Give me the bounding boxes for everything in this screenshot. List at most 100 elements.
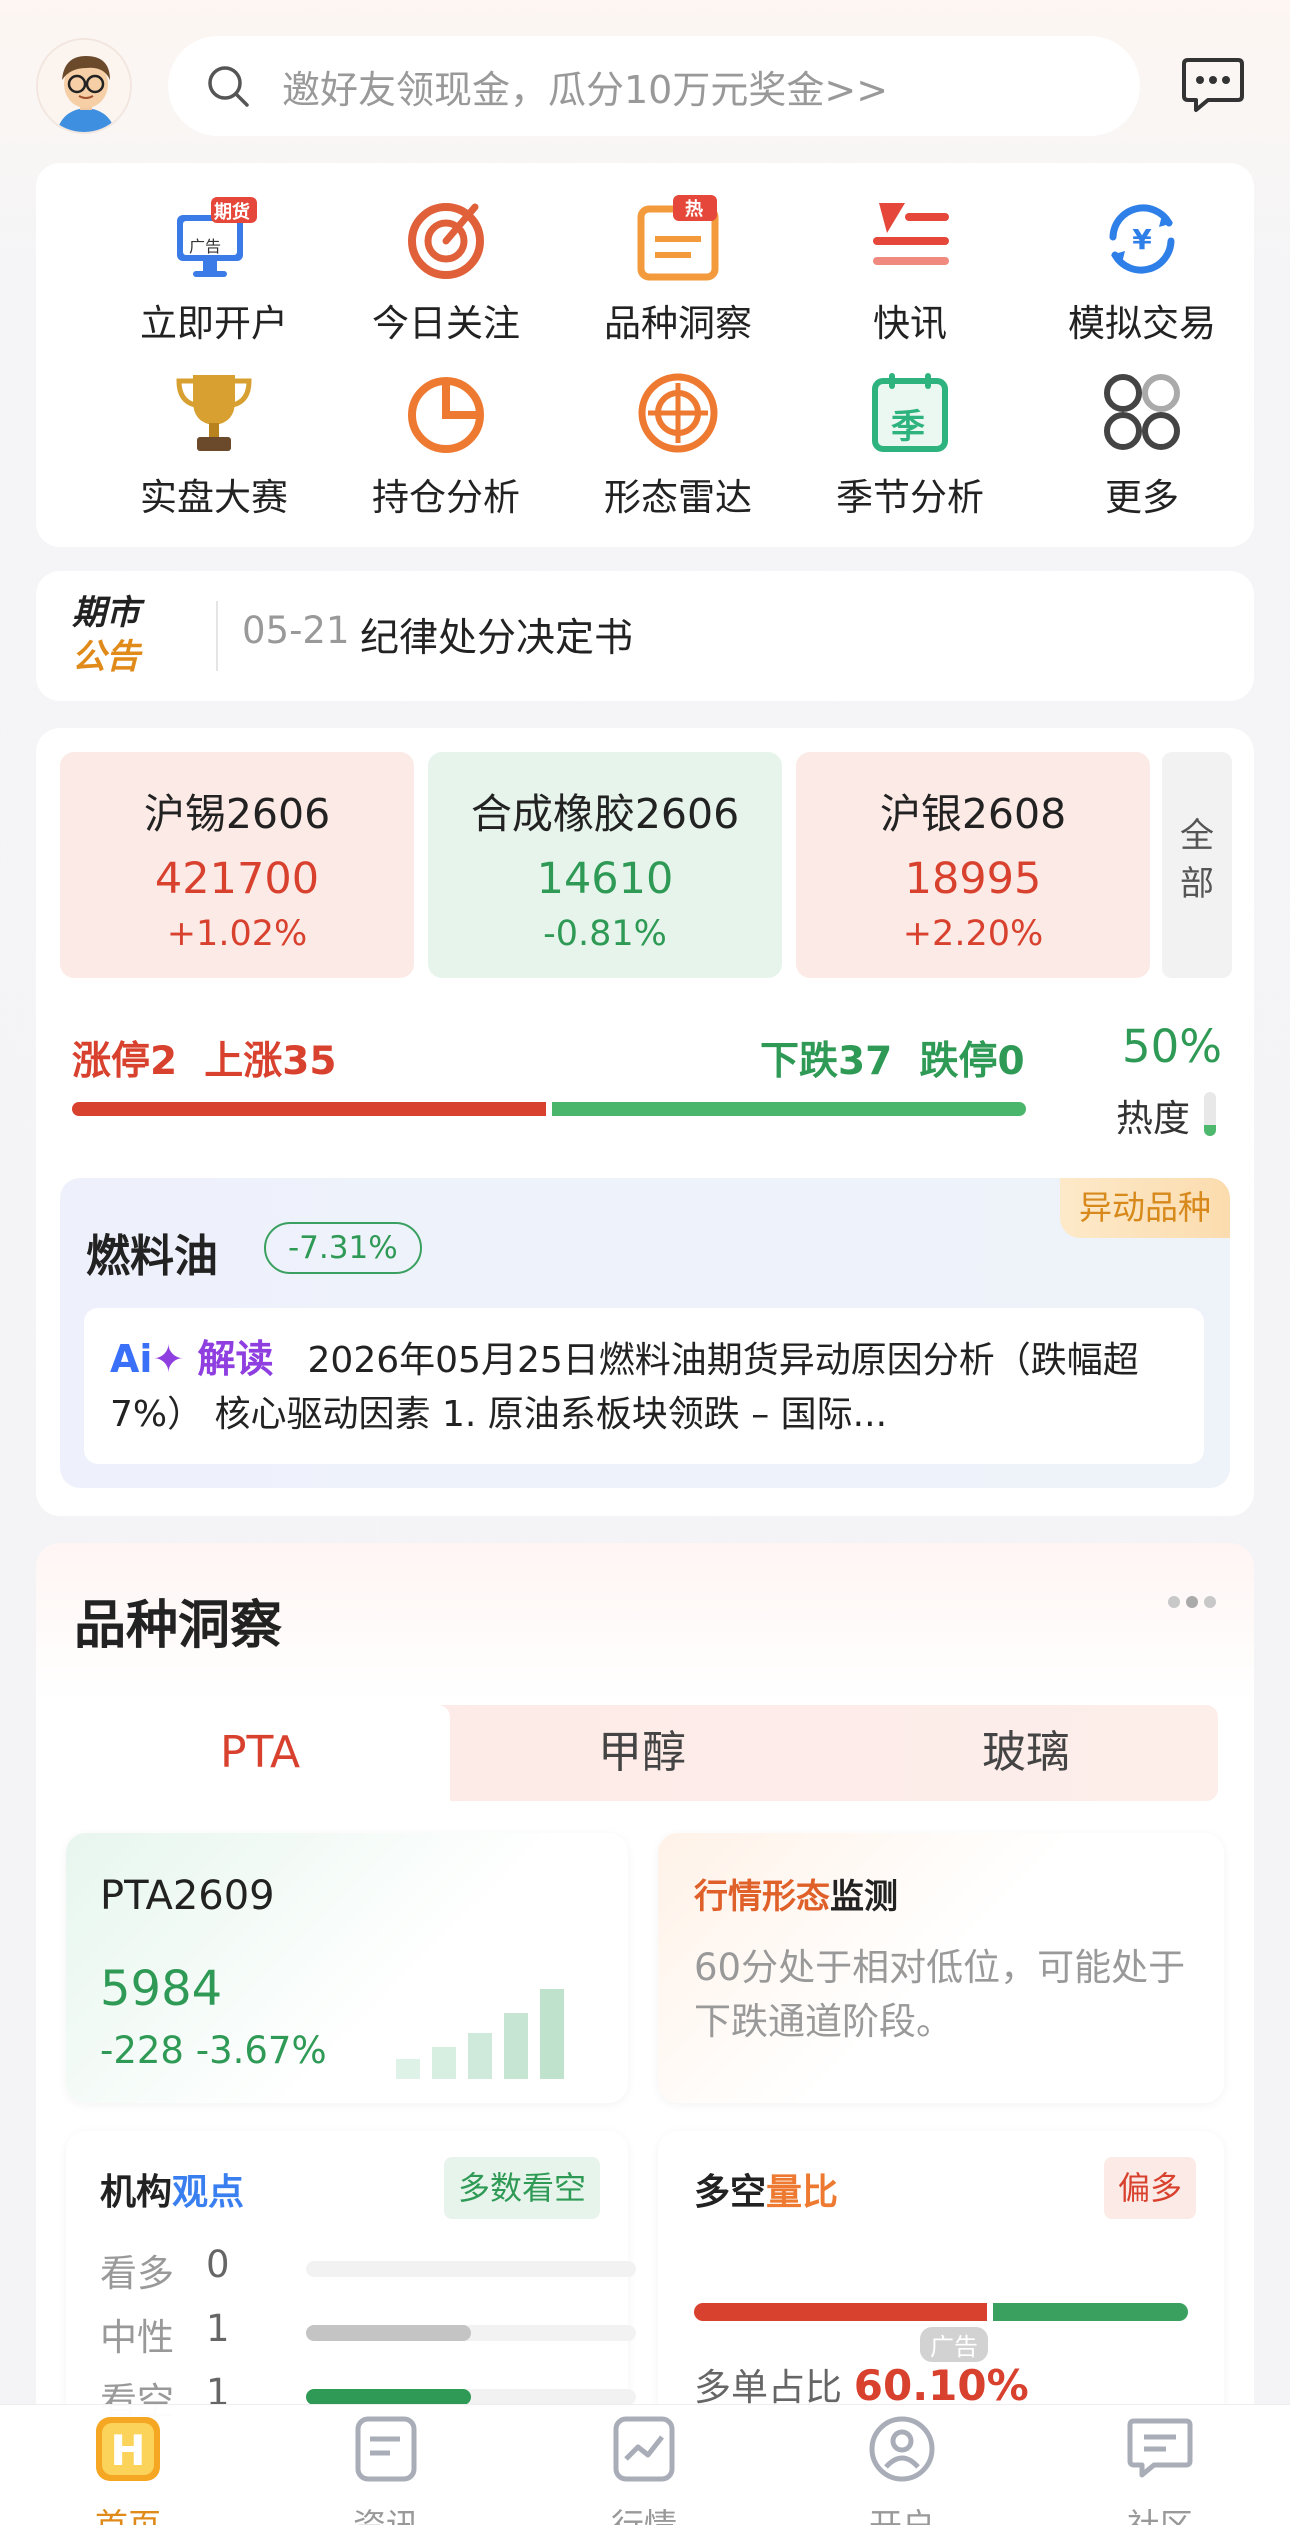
grid-item-label: 快讯 [873,302,947,345]
long-ratio-line: 多单占比 60.10% [694,2361,1029,2410]
report-icon [637,195,719,281]
more-options-icon[interactable] [1162,1593,1216,1612]
message-button[interactable] [1180,54,1246,116]
season-char: 季 [891,407,925,447]
grid-item-variety-insight[interactable]: 热 品种洞察 [578,193,778,353]
contract-change: -228 -3.67% [100,2029,327,2072]
home-icon: H [96,2417,160,2481]
grid-item-pattern-radar[interactable]: 形态雷达 [578,367,778,527]
market-overview-card: 沪锡2606 421700 +1.02% 合成橡胶2606 14610 -0.8… [36,728,1254,1516]
target-icon [408,203,484,279]
variety-insight-card: 品种洞察 PTA 甲醇 玻璃 PTA2609 5984 -228 -3.67% … [36,1543,1254,2525]
grid-item-label: 今日关注 [372,302,520,345]
quote-name: 沪银2608 [879,790,1067,838]
view-row-bullish: 看多 0 [100,2243,230,2295]
nav-open-account[interactable]: 开户 [822,2413,982,2525]
down-count: 下跌37 [760,1039,893,1084]
quote-price: 18995 [904,854,1042,904]
grid-item-flash-news[interactable]: 快讯 [810,193,1010,353]
contract-price: 5984 [100,1961,223,2017]
section-title: 品种洞察 [74,1596,283,1656]
community-icon [1127,2418,1193,2478]
nav-label: 资讯 [306,2499,466,2525]
grid-item-label: 更多 [1105,476,1179,519]
long-short-title: 多空量比 [694,2172,839,2213]
ai-interpret-icon: Ai✦ 解读 [110,1337,274,1381]
grid-item-label: 实盘大赛 [140,476,288,519]
bar-trend-decoration [396,1989,564,2079]
bottom-navigation: H 首页 资讯 行情 [0,2404,1290,2525]
tab-pta[interactable]: PTA [70,1705,450,1801]
announcement-bar[interactable]: 期市 公告 05-21 纪律处分决定书 [36,571,1254,701]
short-ratio-bar [993,2303,1188,2321]
flash-news-icon [873,203,949,265]
view-badge: 多数看空 [443,2157,600,2219]
anomaly-variety-card[interactable]: 异动品种 燃料油 -7.31% Ai✦ 解读 2026年05月25日燃料油期货异动… [60,1178,1230,1488]
grid-item-sim-trade[interactable]: ¥ 模拟交易 [1042,193,1242,353]
nav-home[interactable]: H 首页 [48,2413,208,2525]
search-bar[interactable]: 邀好友领现金，瓜分10万元奖金>> [168,36,1140,136]
anomaly-tag: 异动品种 [1060,1178,1230,1238]
variety-tabs: PTA 甲醇 玻璃 [70,1705,1218,1801]
grid-item-open-account[interactable]: 期货 广告 立即开户 [114,193,314,353]
trophy-icon [176,375,252,451]
limit-down-count: 跌停0 [919,1039,1025,1084]
grid-item-label: 模拟交易 [1068,302,1216,345]
nav-label: 社区 [1080,2499,1240,2525]
grid-item-seasonal-analysis[interactable]: 季 季节分析 [810,367,1010,527]
futures-badge: 期货 [214,202,250,223]
avatar-icon [38,40,130,132]
contract-code: PTA2609 [100,1873,275,1919]
quote-change: +2.20% [902,914,1044,954]
ad-label: 广告 [920,2327,988,2362]
heat-label: 热度 [1116,1097,1190,1140]
up-count: 上涨35 [204,1039,337,1084]
tab-methanol[interactable]: 甲醇 [450,1705,834,1801]
news-icon [355,2416,417,2482]
nav-label: 行情 [564,2499,724,2525]
grid-item-label: 品种洞察 [604,302,752,345]
tab-glass[interactable]: 玻璃 [834,1705,1218,1801]
grid-item-position-analysis[interactable]: 持仓分析 [346,367,546,527]
divider [216,601,218,671]
breadth-bar-down [552,1102,1026,1116]
quote-change: -0.81% [543,914,667,954]
all-quotes-button[interactable]: 全部 [1162,752,1232,978]
pattern-monitor-title: 行情形态监测 [694,1877,898,1917]
pattern-monitor-card[interactable]: 行情形态监测 60分处于相对低位，可能处于下跌通道阶段。 [658,1833,1224,2103]
limit-up-count: 涨停2 [72,1039,178,1084]
grid-item-label: 形态雷达 [604,476,752,519]
avatar[interactable] [36,38,132,134]
contract-quote-card[interactable]: PTA2609 5984 -228 -3.67% [66,1833,628,2103]
chat-bubble-icon [1182,58,1244,112]
ai-interpretation[interactable]: Ai✦ 解读 2026年05月25日燃料油期货异动原因分析（跌幅超7%） 核心驱动… [84,1308,1204,1464]
simulate-trade-icon: ¥ [1109,204,1175,274]
radar-icon [638,373,718,453]
nav-label: 开户 [822,2499,982,2525]
chart-icon [613,2416,675,2482]
quote-change: +1.02% [166,914,308,954]
grid-item-live-contest[interactable]: 实盘大赛 [114,367,314,527]
grid-item-label: 立即开户 [140,302,288,345]
announcement-title[interactable]: 纪律处分决定书 [360,607,633,663]
pie-chart-icon [408,377,484,453]
nav-community[interactable]: 社区 [1080,2413,1240,2525]
view-track-bearish [306,2389,636,2405]
grid-item-label: 季节分析 [836,476,984,519]
quote-name: 合成橡胶2606 [470,790,740,838]
long-ratio-bar [694,2303,987,2321]
quote-card[interactable]: 沪银2608 18995 +2.20% [796,752,1150,978]
quote-card[interactable]: 沪锡2606 421700 +1.02% [60,752,414,978]
nav-market[interactable]: 行情 [564,2413,724,2525]
quote-price: 421700 [154,854,320,904]
grid-item-today-focus[interactable]: 今日关注 [346,193,546,353]
pattern-monitor-text: 60分处于相对低位，可能处于下跌通道阶段。 [694,1946,1186,2043]
view-row-neutral: 中性 1 [100,2307,230,2359]
quote-card[interactable]: 合成橡胶2606 14610 -0.81% [428,752,782,978]
ad-label: 广告 [189,237,222,256]
nav-news[interactable]: 资讯 [306,2413,466,2525]
hot-badge: 热 [685,199,703,220]
grid-item-more[interactable]: 更多 [1042,367,1242,527]
user-add-icon [869,2416,935,2482]
anomaly-change-badge: -7.31% [264,1222,422,1274]
